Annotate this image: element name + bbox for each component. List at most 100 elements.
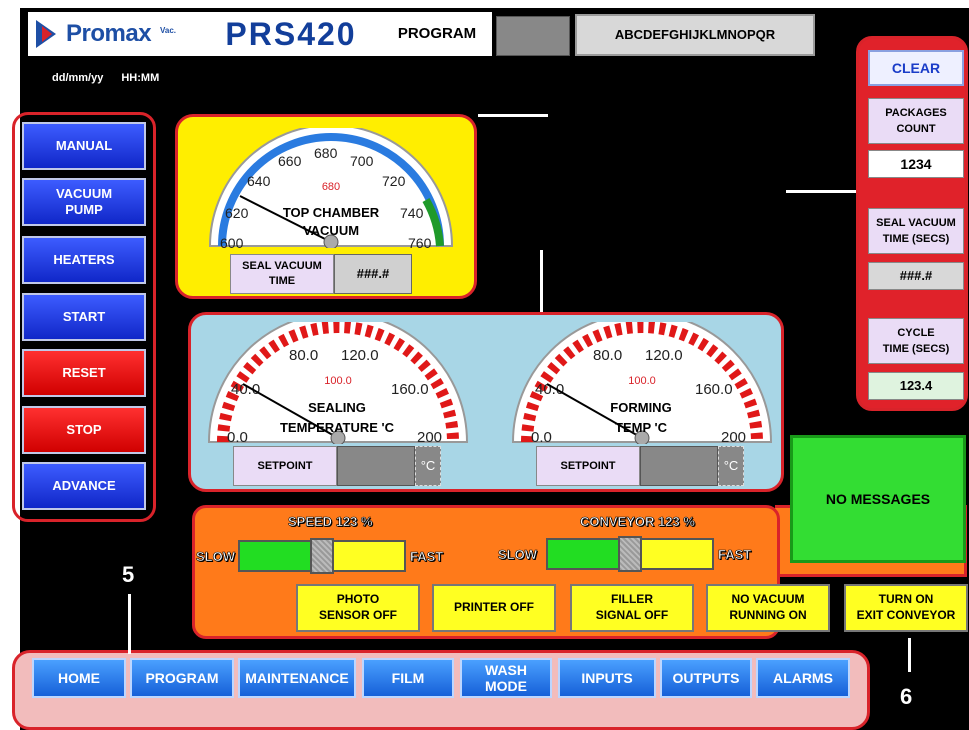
speed-slider[interactable] (238, 538, 406, 574)
sealing-tick-40: 40.0 (231, 381, 260, 398)
advance-button[interactable]: ADVANCE (22, 462, 146, 510)
no-vacuum-running-button[interactable]: NO VACUUM RUNNING ON (706, 584, 830, 632)
nav-wash-mode[interactable]: WASH MODE (460, 658, 552, 698)
seal-vacuum-time-label: SEAL VACUUM TIME (SECS) (868, 208, 964, 254)
sealing-tick-80: 80.0 (289, 347, 318, 364)
callout-5: 5 (122, 562, 135, 587)
recipe-name-field[interactable]: ABCDEFGHIJKLMNOPQR (575, 14, 815, 56)
forming-tick-0: 0.0 (531, 429, 552, 444)
heaters-button[interactable]: HEATERS (22, 236, 146, 284)
nav-film[interactable]: FILM (362, 658, 454, 698)
forming-setpoint-input[interactable] (640, 446, 718, 486)
reset-button[interactable]: RESET (22, 349, 146, 397)
speed-fast-label: FAST (410, 549, 444, 565)
model-name: PRS420 (200, 12, 382, 56)
date-time: dd/mm/yy HH:MM (52, 72, 177, 84)
filler-signal-button[interactable]: FILLER SIGNAL OFF (570, 584, 694, 632)
conveyor-slider-handle[interactable] (618, 536, 642, 572)
vacuum-gauge-title: TOP CHAMBER VACUUM (282, 205, 380, 238)
conveyor-slow-label: SLOW (498, 547, 538, 563)
conveyor-fast-label: FAST (718, 547, 752, 563)
photo-sensor-button[interactable]: PHOTO SENSOR OFF (296, 584, 420, 632)
time-display: HH:MM (121, 72, 160, 84)
messages-box: NO MESSAGES (790, 435, 966, 563)
forming-tick-200: 200 (721, 429, 746, 444)
conveyor-value: 123 (658, 514, 680, 530)
screen-label: PROGRAM (382, 12, 492, 56)
callout-4: 4 (30, 574, 43, 599)
stop-button[interactable]: STOP (22, 406, 146, 454)
sealing-gauge-title: SEALING TEMPERATURE 'C (279, 400, 395, 435)
callout-4-line (38, 522, 41, 564)
promax-logo-mark-icon (36, 20, 56, 48)
brand-suffix: Vac. (160, 26, 177, 35)
start-button[interactable]: START (22, 293, 146, 341)
callout-2-line (786, 190, 856, 193)
conveyor-slider[interactable] (546, 536, 714, 572)
vacuum-gauge-readout: 680 (322, 181, 340, 193)
conveyor-label: CONVEYOR (580, 514, 655, 530)
speed-slow-label: SLOW (196, 549, 236, 565)
status-indicator (496, 16, 570, 56)
clear-button[interactable]: CLEAR (868, 50, 964, 86)
forming-tick-120: 120.0 (645, 347, 683, 364)
vacuum-tick-680: 680 (314, 145, 338, 161)
forming-setpoint-unit: °C (718, 446, 744, 486)
vacuum-tick-600: 600 (220, 235, 244, 248)
vacuum-tick-760: 760 (408, 235, 432, 248)
brand-name: Promax (66, 20, 152, 47)
sealing-tick-200: 200 (417, 429, 442, 444)
vacuum-tick-640: 640 (247, 173, 271, 189)
vacuum-pump-button[interactable]: VACUUM PUMP (22, 178, 146, 226)
conveyor-unit: % (683, 514, 695, 530)
callout-3: 3 (532, 218, 545, 243)
printer-button[interactable]: PRINTER OFF (432, 584, 556, 632)
forming-tick-160: 160.0 (695, 381, 733, 398)
manual-button[interactable]: MANUAL (22, 122, 146, 170)
nav-maintenance[interactable]: MAINTENANCE (238, 658, 356, 698)
speed-label: SPEED (288, 514, 333, 530)
date-display: dd/mm/yy (52, 72, 104, 84)
callout-3-line (540, 250, 543, 312)
callout-6-line (908, 638, 911, 672)
callout-1: 1 (562, 102, 575, 127)
sealing-setpoint-input[interactable] (337, 446, 415, 486)
nav-home[interactable]: HOME (32, 658, 126, 698)
sealing-setpoint-unit: °C (415, 446, 441, 486)
seal-vacuum-time-gauge-value: ###.# (334, 254, 412, 294)
promax-logo: Promax Vac. (28, 12, 200, 56)
speed-unit: % (361, 514, 373, 530)
packages-count-value: 1234 (868, 150, 964, 178)
exit-conveyor-button[interactable]: TURN ON EXIT CONVEYOR (844, 584, 968, 632)
nav-program[interactable]: PROGRAM (130, 658, 234, 698)
forming-setpoint-label: SETPOINT (536, 446, 640, 486)
forming-tick-80: 80.0 (593, 347, 622, 364)
callout-5-line (128, 594, 131, 654)
vacuum-tick-720: 720 (382, 173, 406, 189)
conveyor-label-group: CONVEYOR 123 % (580, 514, 696, 530)
vacuum-tick-620: 620 (225, 205, 249, 221)
speed-label-group: SPEED 123 % (288, 514, 373, 530)
nav-alarms[interactable]: ALARMS (756, 658, 850, 698)
speed-slider-handle[interactable] (310, 538, 334, 574)
callout-2: 2 (762, 178, 775, 203)
forming-gauge-title: FORMING TEMP 'C (610, 400, 672, 435)
callout-6: 6 (900, 684, 913, 709)
forming-tick-40: 40.0 (535, 381, 564, 398)
callout-1-line (478, 114, 548, 117)
vacuum-tick-700: 700 (350, 153, 374, 169)
vacuum-tick-740: 740 (400, 205, 424, 221)
seal-vacuum-time-value: ###.# (868, 262, 964, 290)
cycle-time-value: 123.4 (868, 372, 964, 400)
forming-gauge-readout: 100.0 (628, 375, 656, 387)
speed-value: 123 (335, 514, 358, 530)
seal-vacuum-time-gauge-label: SEAL VACUUM TIME (230, 254, 334, 294)
nav-outputs[interactable]: OUTPUTS (660, 658, 752, 698)
nav-inputs[interactable]: INPUTS (558, 658, 656, 698)
sealing-setpoint-label: SETPOINT (233, 446, 337, 486)
sealing-gauge-readout: 100.0 (324, 375, 352, 387)
cycle-time-label: CYCLE TIME (SECS) (868, 318, 964, 364)
packages-count-label: PACKAGES COUNT (868, 98, 964, 144)
vacuum-tick-660: 660 (278, 153, 302, 169)
sealing-tick-0: 0.0 (227, 429, 248, 444)
